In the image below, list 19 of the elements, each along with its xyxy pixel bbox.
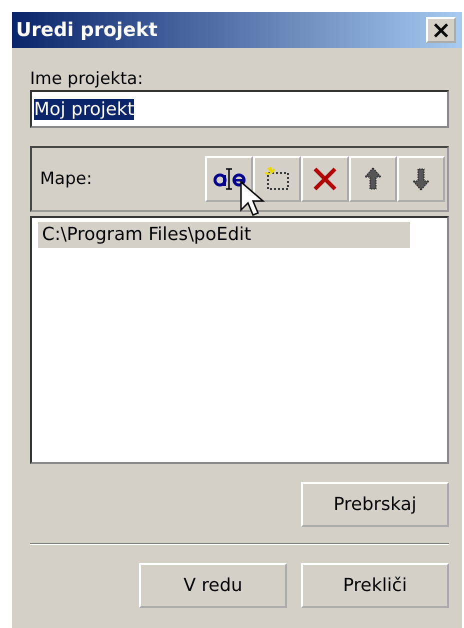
folder-item[interactable]: C:\Program Files\poEdit	[38, 222, 410, 248]
close-button[interactable]: ×	[426, 17, 456, 43]
new-folder-icon	[262, 165, 292, 193]
new-folder-button[interactable]	[253, 156, 301, 202]
move-down-button[interactable]	[397, 156, 445, 202]
browse-button[interactable]: Prebrskaj	[301, 482, 449, 527]
move-up-button[interactable]	[349, 156, 397, 202]
down-arrow-icon	[410, 166, 432, 192]
dialog-button[interactable]: V redu	[139, 563, 287, 608]
field-label: Ime projekta:	[30, 68, 144, 90]
folders-label: Mape:	[40, 169, 92, 189]
delete-icon	[311, 165, 339, 193]
name-field[interactable]: Moj projekt	[30, 90, 449, 128]
up-arrow-icon	[362, 166, 384, 192]
window-title: Uredi projekt	[16, 19, 158, 41]
delete-button[interactable]	[301, 156, 349, 202]
rename-button[interactable]	[205, 156, 253, 202]
text-cursor-icon	[212, 166, 246, 192]
dialog-button[interactable]: Prekliči	[301, 563, 449, 608]
